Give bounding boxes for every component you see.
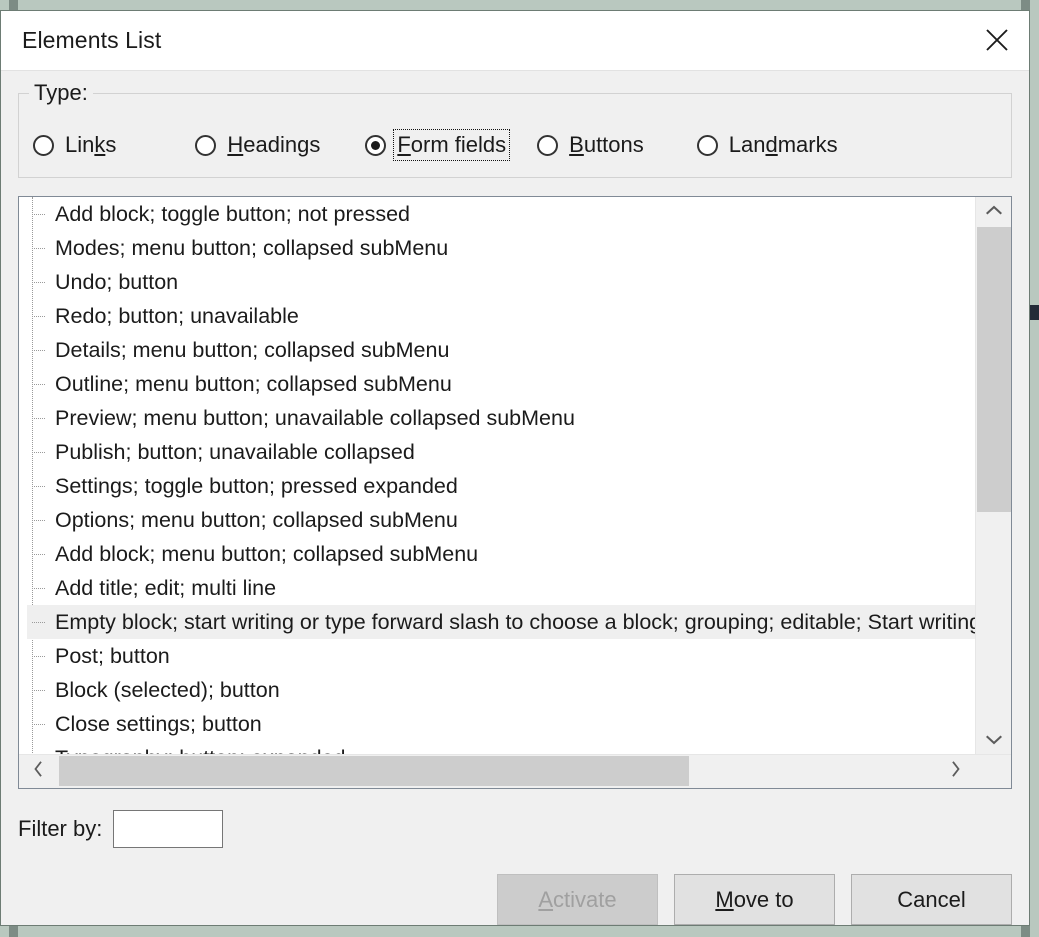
tree-twig	[32, 214, 45, 215]
list-item[interactable]: Redo; button; unavailable	[27, 299, 1011, 333]
tree-twig	[32, 384, 45, 385]
list-item[interactable]: Modes; menu button; collapsed subMenu	[27, 231, 1011, 265]
activate-button[interactable]: Activate	[497, 874, 658, 925]
chevron-left-icon	[33, 760, 43, 782]
scroll-up-button[interactable]	[976, 197, 1011, 224]
dialog-button-row: Activate Move to Cancel	[18, 874, 1012, 925]
close-button[interactable]	[965, 11, 1029, 69]
list-item[interactable]: Publish; button; unavailable collapsed	[27, 435, 1011, 469]
radio-landmarks-label: Landmarks	[728, 132, 838, 157]
cancel-button[interactable]: Cancel	[851, 874, 1012, 925]
tree-twig	[32, 656, 45, 657]
filter-label: Filter by:	[18, 816, 103, 841]
tree-twig	[32, 622, 45, 623]
radio-buttons-indicator	[537, 134, 559, 156]
cancel-button-label: Cancel	[897, 886, 966, 912]
radio-landmarks-indicator	[696, 134, 718, 156]
radio-landmarks[interactable]: Landmarks	[696, 130, 841, 160]
type-radio-group: Links Headings Form fields Buttons Landm…	[33, 129, 1001, 161]
tree-twig	[32, 452, 45, 453]
horizontal-scrollbar[interactable]	[19, 754, 1011, 788]
chevron-down-icon	[986, 732, 1002, 750]
radio-buttons-label: Buttons	[569, 132, 644, 157]
list-item[interactable]: Close settings; button	[27, 707, 1011, 741]
radio-links-label: Links	[65, 132, 117, 157]
radio-links-indicator	[33, 134, 54, 156]
tree-twig	[32, 248, 45, 249]
radio-buttons[interactable]: Buttons	[537, 130, 647, 160]
horizontal-scrollbar-thumb[interactable]	[59, 756, 689, 786]
radio-form-fields-indicator	[365, 134, 387, 156]
type-groupbox-label: Type:	[29, 80, 93, 106]
activate-button-label: Activate	[538, 886, 617, 912]
scroll-left-button[interactable]	[19, 755, 57, 787]
tree-twig	[32, 316, 45, 317]
tree-twig	[32, 350, 45, 351]
radio-form-fields[interactable]: Form fields	[365, 129, 511, 161]
list-item[interactable]: Undo; button	[27, 265, 1011, 299]
vertical-scrollbar-thumb[interactable]	[977, 227, 1011, 512]
radio-headings[interactable]: Headings	[195, 130, 323, 160]
radio-form-fields-label: Form fields	[393, 129, 511, 161]
filter-input[interactable]	[113, 810, 224, 848]
tree-twig	[32, 520, 45, 521]
tree-twig	[32, 486, 45, 487]
elements-listbox: Add block; toggle button; not pressed Mod…	[18, 196, 1012, 789]
radio-headings-indicator	[195, 134, 217, 156]
elements-list-dialog: Elements List Type: Links Headings Form …	[0, 10, 1030, 926]
close-icon	[984, 27, 1010, 53]
scroll-down-button[interactable]	[976, 727, 1011, 754]
radio-links[interactable]: Links	[33, 130, 119, 160]
list-item[interactable]: Add title; edit; multi line	[27, 571, 1011, 605]
elements-list-viewport[interactable]: Add block; toggle button; not pressed Mod…	[19, 197, 1011, 754]
tree-twig	[32, 588, 45, 589]
move-to-button-label: Move to	[715, 886, 794, 912]
filter-row: Filter by:	[18, 810, 1012, 848]
scroll-right-button[interactable]	[937, 755, 975, 787]
tree-twig	[32, 282, 45, 283]
list-item[interactable]: Add block; toggle button; not pressed	[27, 197, 1011, 231]
list-item[interactable]: Outline; menu button; collapsed subMenu	[27, 367, 1011, 401]
tree-twig	[32, 554, 45, 555]
list-item[interactable]: Typography; button; expanded	[27, 741, 1011, 754]
elements-list-items: Add block; toggle button; not pressed Mod…	[19, 197, 1011, 754]
chevron-up-icon	[986, 202, 1002, 220]
dialog-title: Elements List	[22, 27, 162, 53]
vertical-scrollbar[interactable]	[975, 197, 1011, 754]
type-groupbox: Type: Links Headings Form fields Buttons	[18, 80, 1012, 178]
move-to-button[interactable]: Move to	[674, 874, 835, 925]
dialog-titlebar: Elements List	[1, 11, 1029, 71]
list-item[interactable]: Settings; toggle button; pressed expande…	[27, 469, 1011, 503]
tree-twig	[32, 724, 45, 725]
scrollbar-corner	[975, 755, 1011, 787]
list-item[interactable]: Block (selected); button	[27, 673, 1011, 707]
list-item[interactable]: Empty block; start writing or type forwa…	[27, 605, 1011, 639]
list-item[interactable]: Options; menu button; collapsed subMenu	[27, 503, 1011, 537]
list-item[interactable]: Add block; menu button; collapsed subMen…	[27, 537, 1011, 571]
list-item[interactable]: Details; menu button; collapsed subMenu	[27, 333, 1011, 367]
list-item[interactable]: Post; button	[27, 639, 1011, 673]
tree-twig	[32, 418, 45, 419]
radio-headings-label: Headings	[227, 132, 321, 157]
chevron-right-icon	[951, 760, 961, 782]
tree-twig	[32, 690, 45, 691]
list-item[interactable]: Preview; menu button; unavailable collap…	[27, 401, 1011, 435]
